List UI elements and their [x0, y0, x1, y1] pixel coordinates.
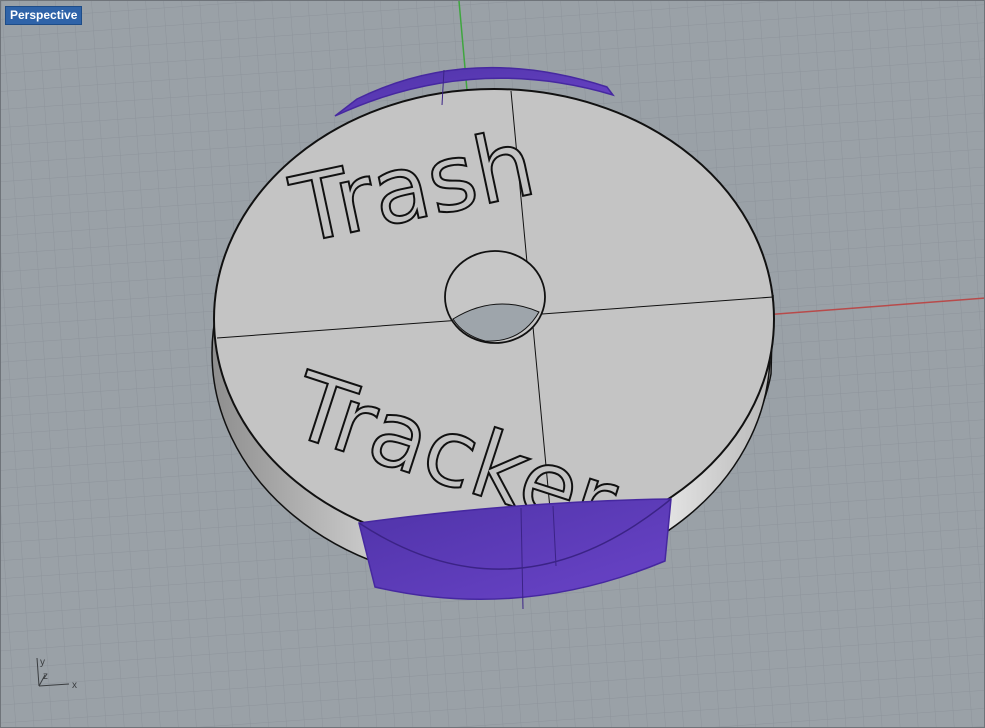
viewport-canvas[interactable]: Trash Tracker y z x [1, 1, 985, 728]
perspective-viewport[interactable]: Trash Tracker y z x Perspective [0, 0, 985, 728]
widget-x-label: x [72, 680, 77, 691]
widget-z-label: z [43, 671, 48, 682]
viewport-title-tab[interactable]: Perspective [5, 6, 83, 25]
widget-y-label: y [40, 657, 45, 668]
